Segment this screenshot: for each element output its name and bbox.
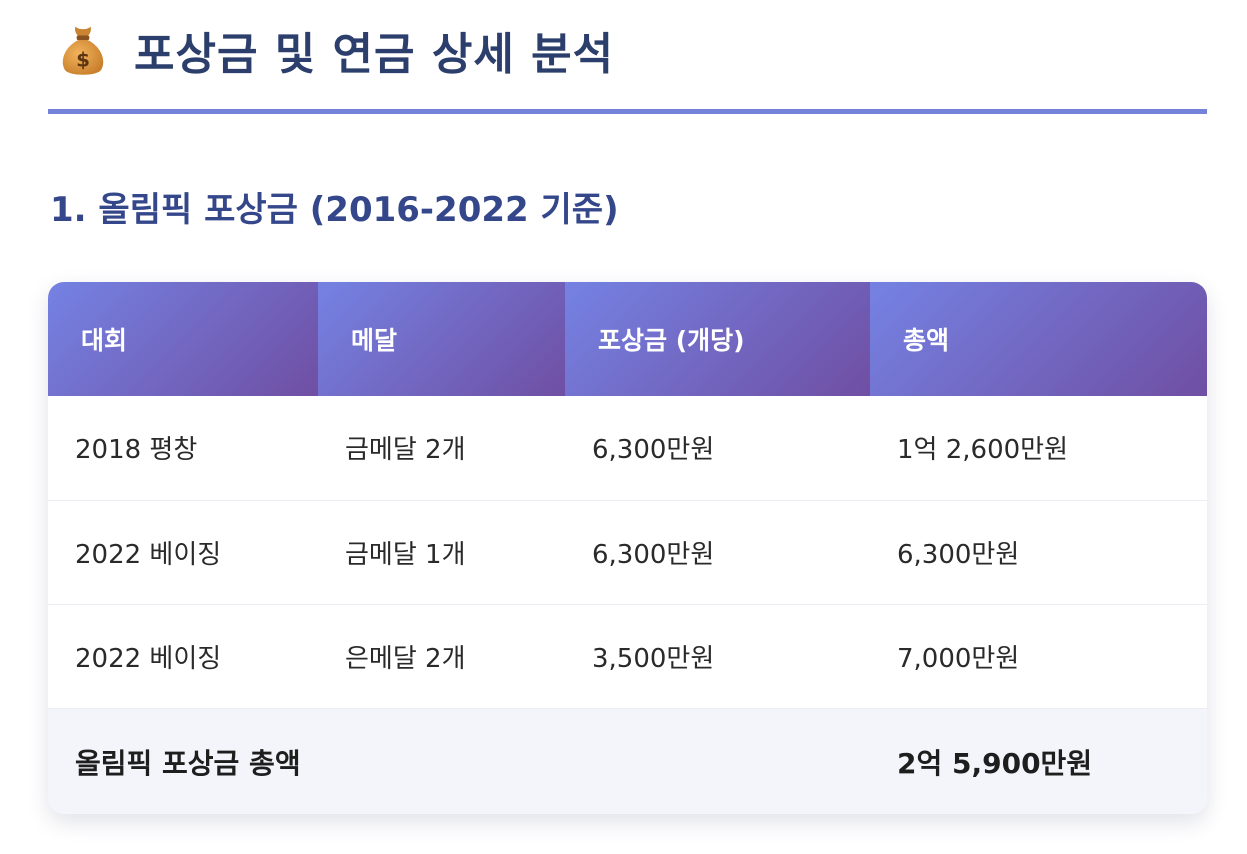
total-label: 올림픽 포상금 총액 <box>48 708 870 814</box>
cell-prize: 3,500만원 <box>565 604 870 709</box>
table-row: 2018 평창 금메달 2개 6,300만원 1억 2,600만원 <box>48 396 1207 501</box>
title-row: $ 포상금 및 연금 상세 분석 <box>48 18 1207 82</box>
table-header-row: 대회 메달 포상금 (개당) 총액 <box>48 282 1207 396</box>
section-title: 1. 올림픽 포상금 (2016-2022 기준) <box>50 190 619 230</box>
cell-medal: 은메달 2개 <box>318 604 565 709</box>
column-header-medal: 메달 <box>318 282 565 396</box>
cell-total: 7,000만원 <box>870 604 1207 709</box>
page-title: 포상금 및 연금 상세 분석 <box>134 29 615 80</box>
prize-table-card: 대회 메달 포상금 (개당) 총액 2018 평창 금메달 2개 6,300만원… <box>48 282 1207 814</box>
total-value: 2억 5,900만원 <box>870 708 1207 814</box>
table-row: 2022 베이징 은메달 2개 3,500만원 7,000만원 <box>48 604 1207 709</box>
column-header-event: 대회 <box>48 282 318 396</box>
cell-medal: 금메달 2개 <box>318 396 565 501</box>
column-header-total: 총액 <box>870 282 1207 396</box>
column-header-prize-per-medal: 포상금 (개당) <box>565 282 870 396</box>
cell-total: 1억 2,600만원 <box>870 396 1207 501</box>
prize-table: 대회 메달 포상금 (개당) 총액 2018 평창 금메달 2개 6,300만원… <box>48 282 1207 814</box>
table-row: 2022 베이징 금메달 1개 6,300만원 6,300만원 <box>48 500 1207 605</box>
title-divider <box>48 109 1207 114</box>
svg-text:$: $ <box>76 48 90 71</box>
cell-prize: 6,300만원 <box>565 500 870 605</box>
cell-event: 2022 베이징 <box>48 500 318 605</box>
page: $ 포상금 및 연금 상세 분석 1. 올림픽 포상금 (2016-2022 기… <box>0 0 1247 854</box>
cell-total: 6,300만원 <box>870 500 1207 605</box>
money-bag-icon: $ <box>62 26 104 75</box>
cell-event: 2018 평창 <box>48 396 318 501</box>
cell-medal: 금메달 1개 <box>318 500 565 605</box>
total-row: 올림픽 포상금 총액 2억 5,900만원 <box>48 708 1207 814</box>
cell-prize: 6,300만원 <box>565 396 870 501</box>
cell-event: 2022 베이징 <box>48 604 318 709</box>
